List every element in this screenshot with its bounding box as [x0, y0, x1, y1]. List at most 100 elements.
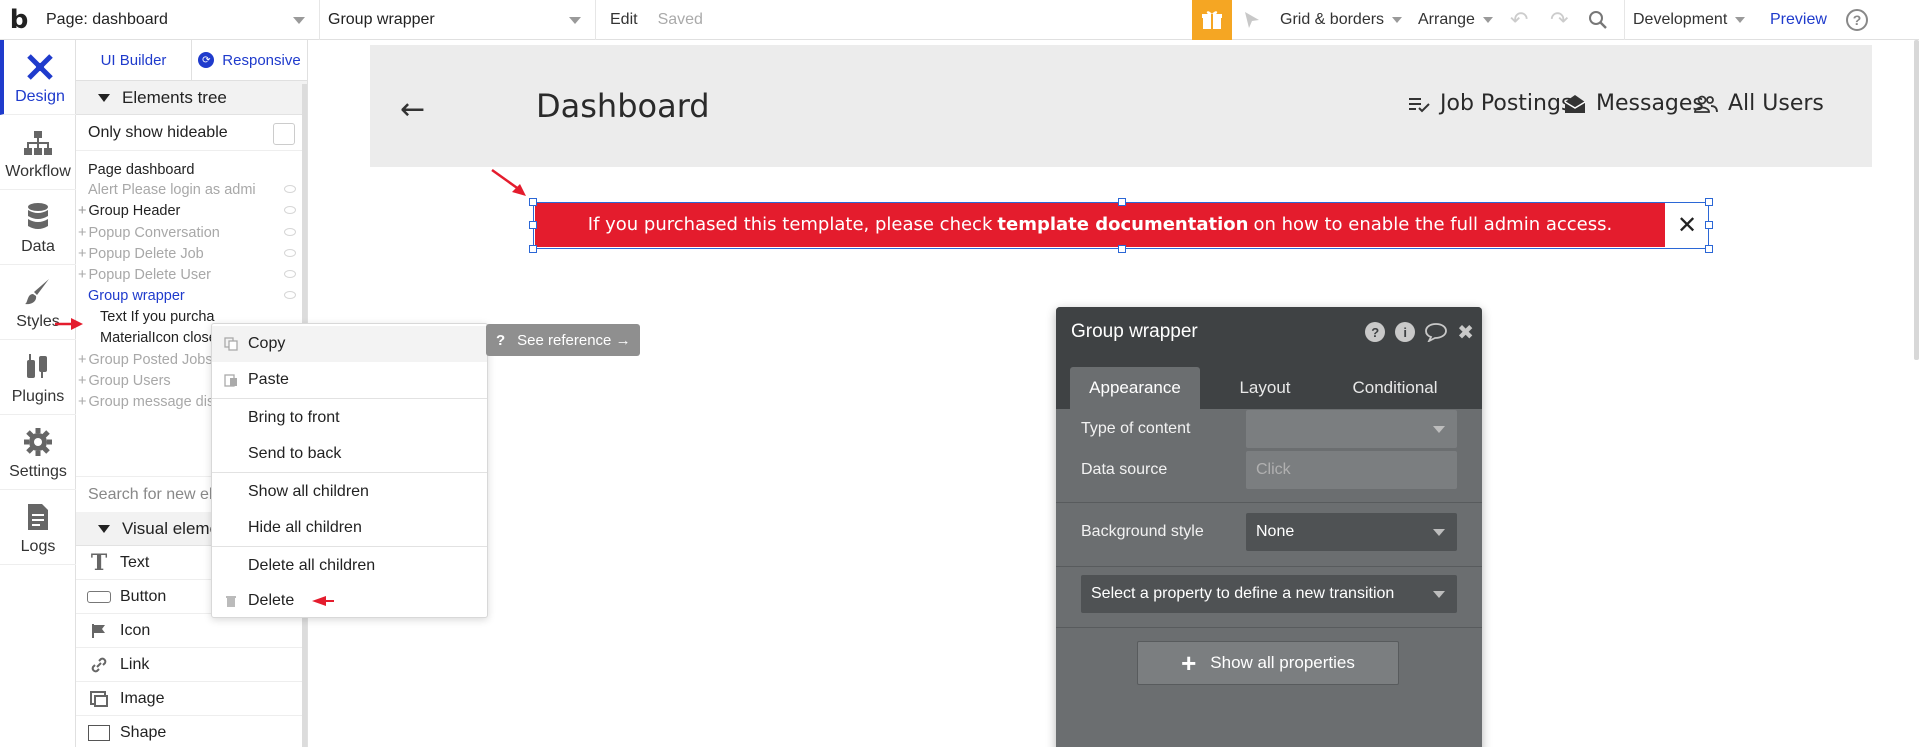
page-header-group[interactable]: ← Dashboard Job Postings Messages All Us…: [370, 45, 1872, 167]
menu-item-hide-all-children[interactable]: Hide all children: [212, 510, 487, 546]
plug-icon: [27, 354, 47, 378]
tree-item-label: MaterialIcon close: [100, 330, 217, 346]
preview-link[interactable]: Preview: [1770, 0, 1827, 40]
undo-icon[interactable]: ↶: [1510, 8, 1528, 33]
canvas-scrollbar[interactable]: [1914, 40, 1919, 360]
playlist-check-icon: [1408, 95, 1430, 113]
chevron-down-icon: [569, 16, 581, 24]
element-selector[interactable]: Group wrapper: [320, 0, 596, 40]
eye-icon[interactable]: [284, 206, 296, 214]
rail-item-workflow[interactable]: Workflow: [0, 115, 76, 190]
menu-item-paste[interactable]: Paste: [212, 362, 487, 398]
rail-label-data: Data: [21, 238, 55, 255]
question-icon[interactable]: ?: [1365, 322, 1386, 342]
gift-button[interactable]: [1192, 0, 1232, 40]
eye-icon[interactable]: [284, 185, 296, 193]
divider: [1056, 566, 1482, 567]
arrange-menu[interactable]: Arrange: [1418, 0, 1493, 40]
tab-ui-builder[interactable]: UI Builder: [76, 40, 192, 80]
menu-item-show-all-children[interactable]: Show all children: [212, 474, 487, 510]
menu-item-copy[interactable]: Copy: [212, 326, 487, 362]
menu-item-delete[interactable]: Delete: [212, 583, 487, 619]
element-selector-label: Group wrapper: [328, 10, 435, 28]
database-icon: [28, 203, 48, 229]
visual-element-shape[interactable]: Shape: [76, 716, 306, 747]
show-all-properties-button[interactable]: + Show all properties: [1137, 641, 1399, 685]
visual-element-image[interactable]: Image: [76, 682, 306, 716]
visual-element-label: Icon: [120, 621, 151, 639]
menu-item-bring-to-front[interactable]: Bring to front: [212, 400, 487, 436]
data-source-field[interactable]: Click: [1246, 451, 1457, 489]
page-selector[interactable]: Page: dashboard: [38, 0, 320, 40]
tab-responsive[interactable]: ⟳ Responsive: [192, 40, 307, 80]
trash-icon: [224, 594, 238, 608]
only-show-hideable-checkbox[interactable]: [273, 123, 295, 145]
expand-plus-icon[interactable]: +: [78, 267, 86, 283]
eye-icon[interactable]: [284, 228, 296, 236]
help-icon[interactable]: ?: [1846, 9, 1868, 31]
nav-all-users[interactable]: All Users: [1694, 91, 1824, 116]
transition-select[interactable]: Select a property to define a new transi…: [1081, 575, 1457, 613]
background-style-label: Background style: [1081, 523, 1204, 540]
nav-messages[interactable]: Messages: [1564, 91, 1704, 116]
rail-label-workflow: Workflow: [5, 163, 71, 180]
visual-element-icon[interactable]: Icon: [76, 614, 306, 648]
expand-plus-icon[interactable]: +: [78, 394, 86, 410]
edit-menu[interactable]: Edit: [610, 0, 638, 40]
annotation-arrow-icon: [312, 596, 335, 606]
type-of-content-select[interactable]: [1246, 410, 1457, 448]
tab-layout[interactable]: Layout: [1200, 367, 1330, 409]
rail-label-styles: Styles: [16, 313, 60, 330]
alert-text-before: If you purchased this template, please c…: [587, 214, 993, 235]
rail-item-plugins[interactable]: Plugins: [0, 340, 76, 415]
property-editor-title: Group wrapper: [1071, 321, 1198, 342]
close-icon[interactable]: ✖: [1457, 322, 1474, 348]
expand-plus-icon[interactable]: +: [78, 246, 86, 262]
visual-element-label: Image: [120, 689, 165, 707]
nav-job-postings[interactable]: Job Postings: [1408, 91, 1572, 116]
rail-item-logs[interactable]: Logs: [0, 490, 76, 565]
annotation-arrow-icon: [55, 318, 83, 330]
rail-item-data[interactable]: Data: [0, 190, 76, 265]
rail-item-settings[interactable]: Settings: [0, 415, 76, 490]
comment-icon[interactable]: [1425, 322, 1448, 348]
only-show-hideable-label: Only show hideable: [88, 123, 228, 141]
back-arrow-icon[interactable]: ←: [400, 92, 425, 127]
template-documentation-link[interactable]: template documentation: [997, 214, 1248, 235]
nav-label: Job Postings: [1440, 91, 1573, 116]
cursor-tool[interactable]: [1242, 10, 1262, 34]
show-all-properties-label: Show all properties: [1210, 653, 1355, 672]
background-style-select[interactable]: None: [1246, 513, 1457, 551]
info-icon[interactable]: i: [1395, 322, 1416, 342]
only-show-hideable-row[interactable]: Only show hideable: [76, 115, 307, 151]
elements-tree-header[interactable]: Elements tree: [76, 81, 307, 115]
grid-borders-menu[interactable]: Grid & borders: [1280, 0, 1403, 40]
expand-plus-icon[interactable]: +: [78, 203, 86, 219]
expand-plus-icon[interactable]: +: [78, 225, 86, 241]
close-icon[interactable]: ✕: [1666, 202, 1708, 247]
eye-icon[interactable]: [284, 291, 296, 299]
eye-icon[interactable]: [284, 270, 296, 278]
property-editor-header[interactable]: Group wrapper ? i ✖: [1056, 307, 1482, 357]
environment-selector[interactable]: Development: [1624, 0, 1746, 40]
bubble-logo[interactable]: b: [0, 0, 38, 40]
tree-item-label: Popup Conversation: [88, 225, 220, 241]
redo-icon[interactable]: ↷: [1550, 8, 1568, 33]
menu-item-delete-all-children[interactable]: Delete all children: [212, 548, 487, 584]
expand-plus-icon[interactable]: +: [78, 352, 86, 368]
menu-item-label: Delete: [248, 592, 295, 609]
expand-plus-icon[interactable]: +: [78, 373, 86, 389]
tab-conditional[interactable]: Conditional: [1330, 367, 1460, 409]
menu-item-send-to-back[interactable]: Send to back: [212, 436, 487, 472]
rail-item-design[interactable]: Design: [0, 40, 76, 115]
alert-banner[interactable]: If you purchased this template, please c…: [535, 202, 1665, 247]
visual-element-link[interactable]: Link: [76, 648, 306, 682]
see-reference-button[interactable]: ? See reference →: [486, 324, 640, 356]
eye-icon[interactable]: [284, 249, 296, 257]
chevron-down-icon: [1433, 591, 1445, 598]
shape-icon: [86, 724, 112, 741]
tab-appearance[interactable]: Appearance: [1070, 367, 1200, 409]
search-button[interactable]: [1588, 10, 1608, 34]
elements-tree-title: Elements tree: [122, 87, 227, 107]
data-source-label: Data source: [1081, 461, 1168, 478]
